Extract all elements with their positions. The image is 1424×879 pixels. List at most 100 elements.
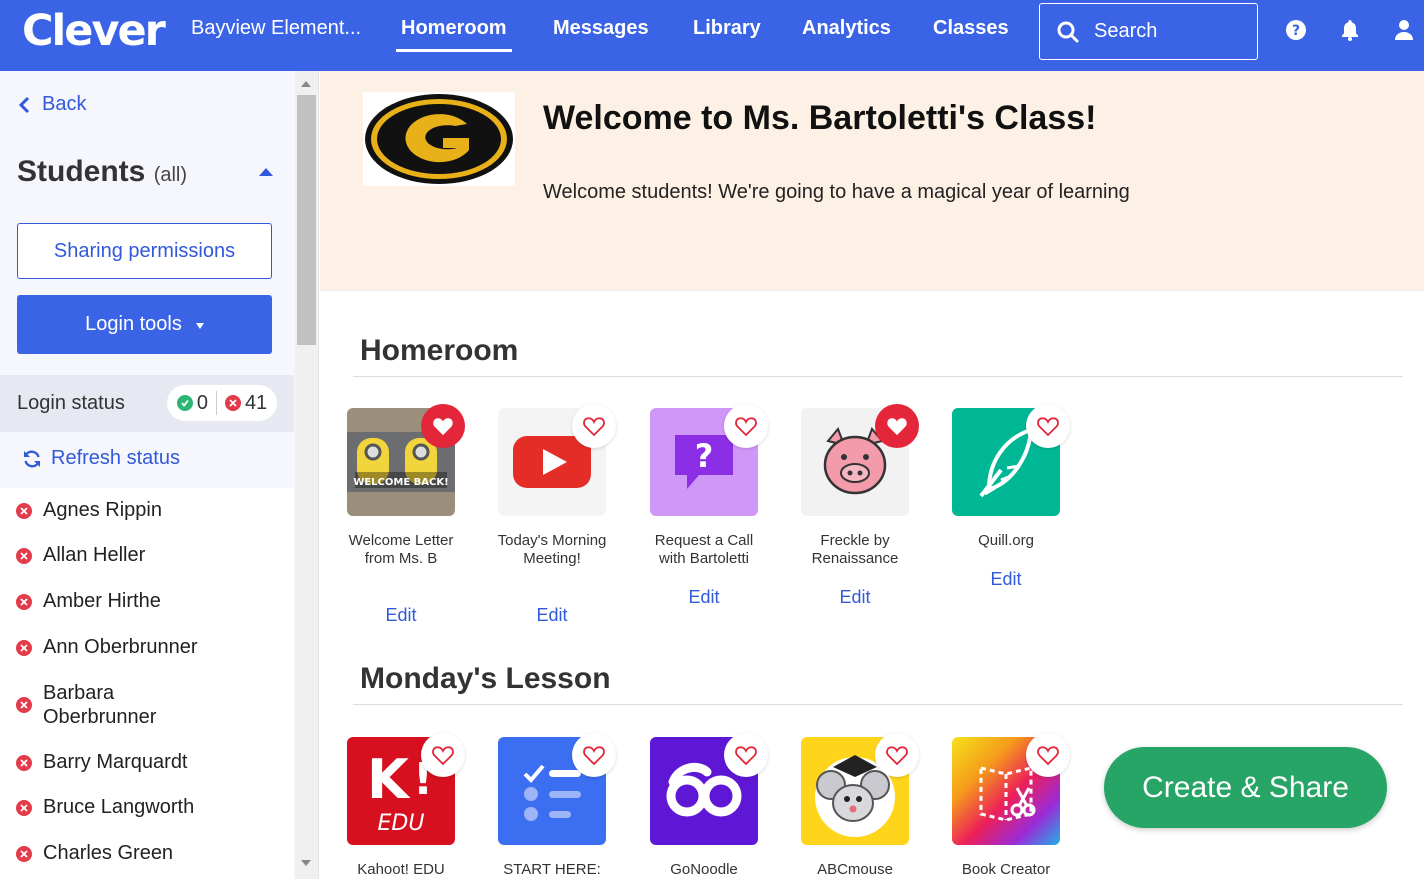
refresh-status-button[interactable]: Refresh status: [22, 447, 180, 470]
nav-tab-library[interactable]: Library: [693, 17, 761, 40]
divider: [215, 391, 217, 415]
clever-logo[interactable]: Clever: [22, 6, 166, 56]
student-list: Agnes Rippin Allan Heller Amber Hirthe A…: [0, 488, 294, 879]
app-name[interactable]: Welcome Letter from Ms. B: [339, 532, 463, 568]
x-circle-icon: [16, 639, 32, 656]
app-name[interactable]: Freckle by Renaissance: [793, 532, 917, 568]
refresh-status-label: Refresh status: [51, 447, 180, 469]
student-name: Bruce Langworth: [43, 796, 195, 818]
favorite-heart-button[interactable]: [724, 733, 768, 777]
student-row[interactable]: Ann Oberbrunner: [16, 636, 198, 659]
logged-in-count: 0: [196, 391, 208, 414]
student-name: Ann Oberbrunner: [43, 636, 198, 658]
sidebar: Back Students (all) Sharing permissions …: [0, 71, 319, 879]
tile-text: WELCOME BACK!: [353, 477, 448, 488]
search-box[interactable]: Search: [1039, 3, 1258, 60]
welcome-title: Welcome to Ms. Bartoletti's Class!: [543, 99, 1097, 137]
student-row[interactable]: Amber Hirthe: [16, 590, 161, 613]
x-circle-icon: [16, 547, 32, 564]
section-divider: [353, 376, 1403, 377]
x-circle-icon: [16, 845, 32, 862]
app-name[interactable]: Request a Call with Bartoletti: [642, 532, 766, 568]
nav-tab-analytics[interactable]: Analytics: [802, 17, 891, 40]
favorite-heart-button[interactable]: [724, 404, 768, 448]
edit-link[interactable]: Edit: [347, 605, 455, 626]
bell-icon[interactable]: [1338, 18, 1362, 42]
heart-filled-icon: [887, 418, 907, 436]
app-name[interactable]: Quill.org: [944, 532, 1068, 550]
search-icon: [1057, 21, 1079, 42]
back-link[interactable]: Back: [18, 93, 86, 116]
heart-outline-icon: [1037, 417, 1059, 437]
svg-text:?: ?: [695, 437, 714, 475]
welcome-banner: Welcome to Ms. Bartoletti's Class! Welco…: [320, 71, 1424, 291]
section-divider: [353, 704, 1403, 705]
user-icon[interactable]: [1392, 18, 1416, 42]
app-name[interactable]: Kahoot! EDU: [339, 861, 463, 879]
favorite-heart-button[interactable]: [572, 733, 616, 777]
student-row[interactable]: Barry Marquardt: [16, 751, 188, 774]
nav-tab-homeroom[interactable]: Homeroom: [396, 17, 512, 52]
favorite-heart-button[interactable]: [1026, 733, 1070, 777]
edit-link[interactable]: Edit: [650, 587, 758, 608]
students-heading: Students (all): [17, 155, 187, 189]
app-name[interactable]: START HERE:: [490, 861, 614, 879]
heart-outline-icon: [735, 746, 757, 766]
create-share-button[interactable]: Create & Share: [1104, 747, 1387, 828]
caret-down-icon: [195, 322, 204, 329]
login-status-counts: 0 41: [167, 385, 277, 421]
app-name[interactable]: GoNoodle: [642, 861, 766, 879]
login-tools-button[interactable]: Login tools: [17, 295, 272, 354]
scrollbar-thumb[interactable]: [297, 95, 316, 345]
favorite-heart-button[interactable]: [875, 404, 919, 448]
sharing-permissions-button[interactable]: Sharing permissions: [17, 223, 272, 279]
student-row[interactable]: Barbara Oberbrunner: [16, 681, 196, 729]
check-circle-icon: [176, 395, 193, 411]
scroll-down-arrow-icon[interactable]: [301, 860, 311, 866]
heart-outline-icon: [1037, 746, 1059, 766]
sidebar-scrollbar[interactable]: [295, 71, 318, 879]
heart-outline-icon: [583, 746, 605, 766]
heart-outline-icon: [432, 746, 454, 766]
scroll-up-arrow-icon[interactable]: [301, 81, 311, 87]
student-name: Amber Hirthe: [43, 590, 161, 612]
student-row[interactable]: Agnes Rippin: [16, 499, 162, 522]
help-icon[interactable]: ?: [1284, 18, 1308, 42]
app-name[interactable]: Today's Morning Meeting!: [490, 532, 614, 568]
x-circle-icon: [16, 593, 32, 610]
back-label: Back: [42, 93, 87, 115]
student-name: Charles Green: [43, 842, 174, 864]
student-name: Barbara Oberbrunner: [43, 682, 157, 728]
nav-tab-messages[interactable]: Messages: [553, 17, 649, 40]
favorite-heart-button[interactable]: [421, 733, 465, 777]
heart-filled-icon: [433, 418, 453, 436]
favorite-heart-button[interactable]: [875, 733, 919, 777]
collapse-caret-icon[interactable]: [259, 168, 273, 176]
svg-text:?: ?: [1292, 23, 1300, 39]
chevron-left-icon: [18, 96, 30, 113]
login-status-label: Login status: [17, 392, 125, 414]
edit-link[interactable]: Edit: [498, 605, 606, 626]
student-row[interactable]: Charles Green: [16, 842, 173, 865]
favorite-heart-button[interactable]: [1026, 404, 1070, 448]
student-row[interactable]: Bruce Langworth: [16, 796, 194, 819]
nav-school-name[interactable]: Bayview Element...: [191, 17, 361, 40]
nav-tab-classes[interactable]: Classes: [933, 17, 1009, 40]
students-filter: (all): [153, 164, 188, 186]
edit-link[interactable]: Edit: [801, 587, 909, 608]
refresh-icon: [24, 450, 40, 467]
app-name[interactable]: ABCmouse: [793, 861, 917, 879]
edit-link[interactable]: Edit: [952, 569, 1060, 590]
search-label: Search: [1094, 20, 1158, 42]
section-title-mondays-lesson: Monday's Lesson: [360, 662, 611, 695]
student-name: Barry Marquardt: [43, 751, 188, 773]
logged-out-count: 41: [244, 391, 268, 414]
student-row[interactable]: Allan Heller: [16, 544, 145, 567]
favorite-heart-button[interactable]: [572, 404, 616, 448]
section-title-homeroom: Homeroom: [360, 334, 519, 367]
student-name: Agnes Rippin: [43, 499, 162, 521]
favorite-heart-button[interactable]: [421, 404, 465, 448]
x-circle-icon: [16, 754, 32, 771]
heart-outline-icon: [583, 417, 605, 437]
app-name[interactable]: Book Creator: [944, 861, 1068, 879]
